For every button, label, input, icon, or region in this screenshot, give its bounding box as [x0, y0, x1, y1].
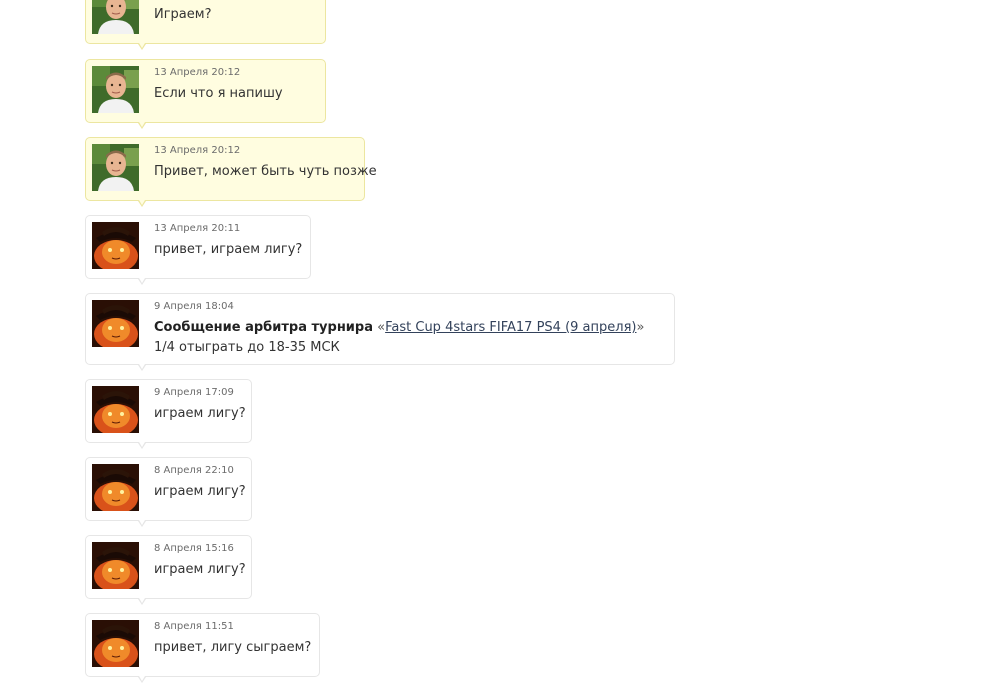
- puss-in-boots-avatar[interactable]: [92, 222, 139, 269]
- message-timestamp: 9 Апреля 18:04: [154, 301, 234, 312]
- message-connector: [138, 598, 146, 605]
- man-photo-avatar[interactable]: [92, 144, 139, 191]
- message-connector: [138, 200, 146, 207]
- quote-close: »: [636, 320, 645, 335]
- message-connector: [138, 43, 146, 50]
- message-text: играем лигу?: [154, 562, 246, 577]
- puss-in-boots-avatar[interactable]: [92, 620, 139, 667]
- arbiter-label: Сообщение арбитра турнира: [154, 320, 373, 335]
- message-text: привет, играем лигу?: [154, 242, 303, 257]
- message-item: 8 Апреля 11:51 привет, лигу сыграем?: [85, 613, 320, 683]
- message-item: 13 Апреля 20:11 привет, играем лигу?: [85, 215, 311, 285]
- puss-in-boots-avatar[interactable]: [92, 300, 139, 347]
- message-item: 8 Апреля 22:10 играем лигу?: [85, 457, 252, 527]
- message-item: Играем?: [85, 0, 326, 50]
- puss-in-boots-avatar[interactable]: [92, 386, 139, 433]
- message-item: 9 Апреля 17:09 играем лигу?: [85, 379, 252, 449]
- tournament-link[interactable]: Fast Cup 4stars FIFA17 PS4 (9 апреля): [385, 320, 636, 335]
- message-timestamp: 8 Апреля 11:51: [154, 621, 234, 632]
- message-connector: [138, 442, 146, 449]
- message-item: 13 Апреля 20:12 Если что я напишу: [85, 59, 326, 129]
- quote-open: «: [377, 320, 386, 335]
- message-timestamp: 9 Апреля 17:09: [154, 387, 234, 398]
- message-connector: [138, 364, 146, 371]
- puss-in-boots-avatar[interactable]: [92, 542, 139, 589]
- message-item: 8 Апреля 15:16 играем лигу?: [85, 535, 252, 605]
- message-text: 1/4 отыграть до 18-35 МСК: [154, 340, 340, 355]
- message-text: Играем?: [154, 7, 212, 22]
- message-feed: Играем? 13 Апреля 20:12 Если что я напиш…: [0, 0, 1000, 700]
- message-text: привет, лигу сыграем?: [154, 640, 312, 655]
- message-timestamp: 13 Апреля 20:12: [154, 145, 241, 156]
- message-text: Если что я напишу: [154, 86, 283, 101]
- arbiter-header: Сообщение арбитра турнира «Fast Cup 4sta…: [154, 320, 644, 335]
- man-photo-avatar[interactable]: [92, 66, 139, 113]
- message-timestamp: 8 Апреля 22:10: [154, 465, 234, 476]
- message-item: 9 Апреля 18:04 Сообщение арбитра турнира…: [85, 293, 675, 371]
- message-timestamp: 13 Апреля 20:12: [154, 67, 241, 78]
- message-connector: [138, 278, 146, 285]
- message-text: играем лигу?: [154, 406, 246, 421]
- man-photo-avatar[interactable]: [92, 0, 139, 34]
- puss-in-boots-avatar[interactable]: [92, 464, 139, 511]
- message-timestamp: 8 Апреля 15:16: [154, 543, 234, 554]
- message-connector: [138, 520, 146, 527]
- message-text: играем лигу?: [154, 484, 246, 499]
- message-connector: [138, 122, 146, 129]
- message-timestamp: 13 Апреля 20:11: [154, 223, 241, 234]
- message-item: 13 Апреля 20:12 Привет, может быть чуть …: [85, 137, 377, 207]
- message-connector: [138, 676, 146, 683]
- message-text: Привет, может быть чуть позже: [154, 164, 377, 179]
